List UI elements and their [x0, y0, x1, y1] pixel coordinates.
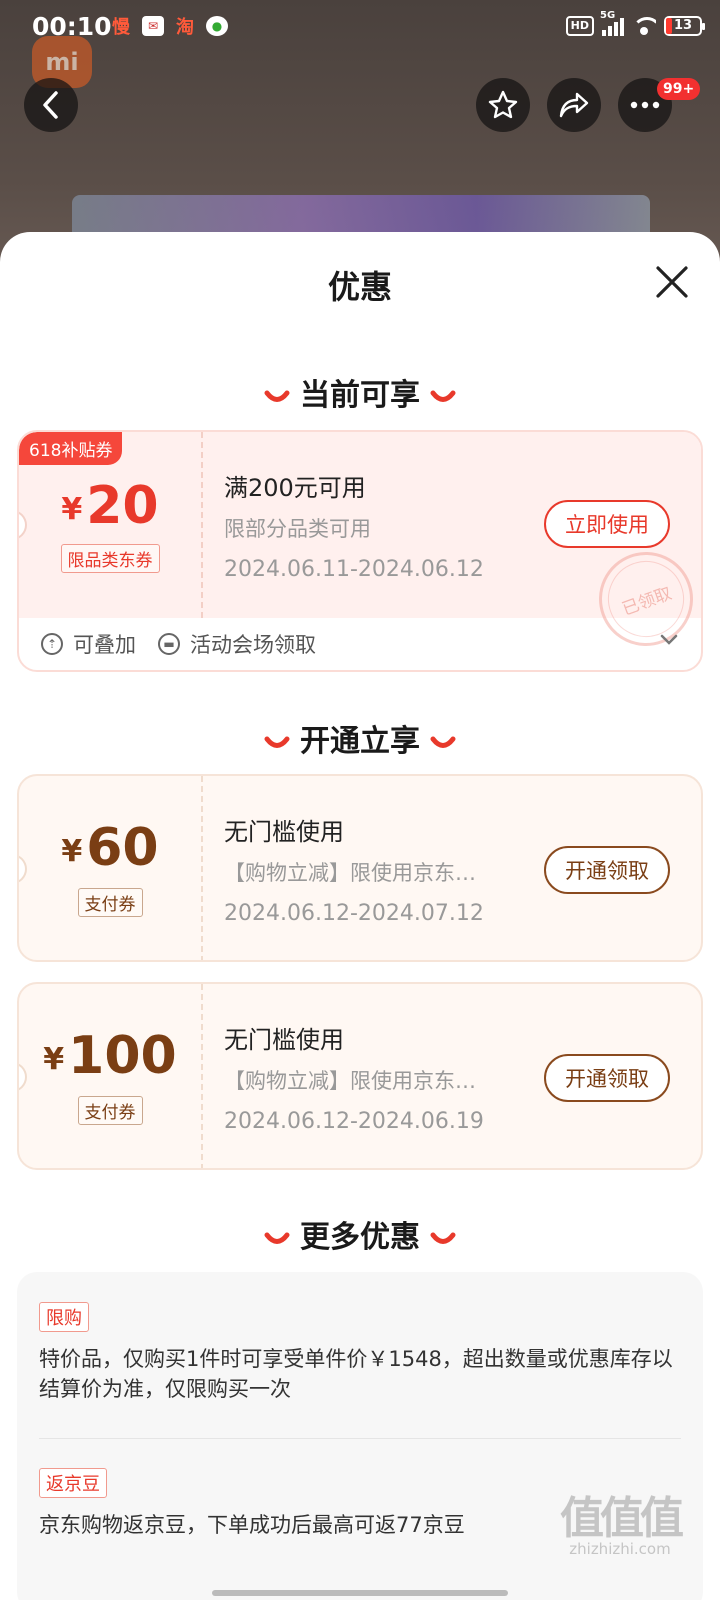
section-current-heading: 当前可享 — [0, 370, 720, 414]
offer-text: 特价品，仅购买1件时可享受单件价￥1548，超出数量或优惠库存以结算价为准，仅限… — [39, 1347, 673, 1401]
coupon-date: 2024.06.12-2024.06.19 — [224, 1109, 484, 1134]
coupon-divider — [201, 984, 203, 1168]
chevron-down-icon[interactable] — [659, 632, 679, 646]
chevron-left-icon — [43, 91, 58, 119]
home-indicator[interactable] — [212, 1590, 508, 1596]
taobao-icon: 淘 — [176, 17, 194, 38]
sheet-title: 优惠 — [327, 268, 392, 306]
message-count-badge: 99+ — [657, 78, 701, 100]
smile-decoration-icon — [430, 390, 456, 402]
coupon-date: 2024.06.11-2024.06.12 — [224, 557, 484, 582]
use-now-button[interactable]: 立即使用 — [544, 500, 670, 548]
star-icon — [488, 90, 518, 119]
smile-decoration-icon — [264, 1232, 290, 1244]
back-button[interactable] — [24, 78, 78, 132]
wechat-icon: ● — [206, 16, 228, 36]
hd-icon: HD — [565, 16, 594, 36]
coupon-divider — [201, 776, 203, 960]
site-watermark: 值值值 zhizhizhi.com — [560, 1493, 684, 1558]
coupon-amount: ¥100 — [43, 1026, 177, 1086]
battery-icon: 13 — [664, 16, 705, 36]
share-button[interactable] — [547, 78, 601, 132]
offer-tag: 限购 — [39, 1302, 89, 1332]
offer-tag: 返京豆 — [39, 1468, 107, 1498]
coupon-footer: ⇡ 可叠加 ▬ 活动会场领取 — [19, 618, 701, 670]
coupon-subtitle: 【购物立减】限使用京东… — [224, 861, 476, 885]
signal-icon: 5G — [600, 10, 624, 36]
coupon-date: 2024.06.12-2024.07.12 — [224, 901, 484, 926]
activate-claim-button[interactable]: 开通领取 — [544, 1054, 670, 1102]
corner-badge: 618补贴券 — [19, 432, 123, 465]
source-label: 活动会场领取 — [190, 633, 316, 657]
coupon-subtitle: 【购物立减】限使用京东… — [224, 1069, 476, 1093]
status-time: 00:10 — [32, 12, 112, 41]
offer-item-limit: 限购 特价品，仅购买1件时可享受单件价￥1548，超出数量或优惠库存以结算价为准… — [39, 1302, 679, 1404]
section-open-heading: 开通立享 — [0, 716, 720, 760]
coupon-amount: ¥60 — [61, 818, 159, 878]
section-more-heading: 更多优惠 — [0, 1212, 720, 1256]
smile-decoration-icon — [430, 1232, 456, 1244]
coupon-type-tag: 支付券 — [19, 888, 201, 917]
notification-app-icon: 慢 — [112, 17, 130, 38]
smile-decoration-icon — [264, 736, 290, 748]
coupon-card-current: 618补贴券 ¥20 限品类东券 满200元可用 限部分品类可用 2024.06… — [17, 430, 703, 672]
offers-sheet: 优惠 当前可享 618补贴券 ¥20 限品类东券 满200元可用 限部分品类可用… — [0, 232, 720, 1600]
more-dots-icon — [630, 101, 660, 109]
coupon-card-open-1: ¥60 支付券 无门槛使用 【购物立减】限使用京东… 2024.06.12-20… — [17, 774, 703, 962]
stack-icon: ⇡ — [41, 633, 63, 655]
mail-icon: ✉ — [142, 16, 164, 36]
share-icon — [559, 92, 589, 118]
wifi-icon — [632, 17, 656, 35]
status-bar: 00:10 慢 ✉ 淘 ● HD 5G 13 — [0, 0, 720, 56]
coupon-subtitle: 限部分品类可用 — [224, 517, 371, 541]
favorite-button[interactable] — [476, 78, 530, 132]
smile-decoration-icon — [264, 390, 290, 402]
coupon-divider — [201, 432, 203, 618]
coupon-type-tag: 支付券 — [19, 1096, 201, 1125]
close-icon — [656, 266, 688, 298]
coupon-title: 无门槛使用 — [224, 1026, 344, 1054]
divider — [39, 1438, 681, 1439]
coupon-title: 满200元可用 — [224, 474, 366, 502]
stackable-label: 可叠加 — [73, 633, 136, 657]
smile-decoration-icon — [430, 736, 456, 748]
coupon-amount: ¥20 — [61, 476, 159, 536]
activate-claim-button[interactable]: 开通领取 — [544, 846, 670, 894]
coupon-card-open-2: ¥100 支付券 无门槛使用 【购物立减】限使用京东… 2024.06.12-2… — [17, 982, 703, 1170]
coupon-type-tag: 限品类东券 — [19, 544, 201, 573]
ticket-icon: ▬ — [158, 633, 180, 655]
close-button[interactable] — [652, 262, 692, 302]
coupon-title: 无门槛使用 — [224, 818, 344, 846]
